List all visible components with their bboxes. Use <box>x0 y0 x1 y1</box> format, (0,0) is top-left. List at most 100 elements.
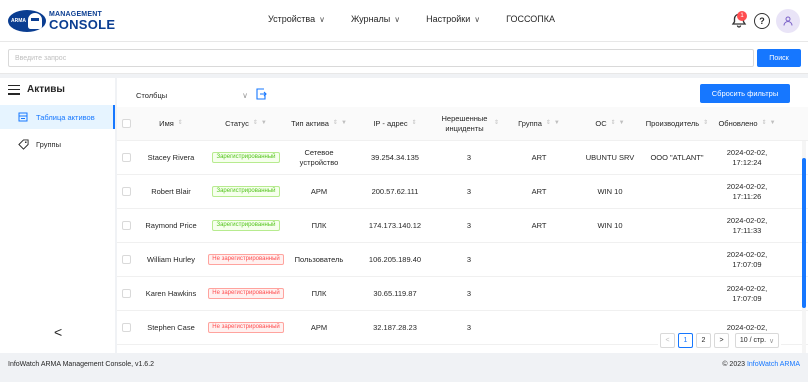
cell-os: WIN 10 <box>597 220 623 230</box>
sidebar-item-assets-table[interactable]: Таблица активов <box>0 105 115 129</box>
column-header-name[interactable]: Имя ⇕ <box>135 107 207 140</box>
cell-ip: 39.254.34.135 <box>371 152 419 162</box>
status-badge: Не зарегистрированный <box>208 253 284 266</box>
prev-page-button[interactable]: < <box>660 333 675 348</box>
page-button-2[interactable]: 2 <box>696 333 711 348</box>
nav-gossopka[interactable]: ГОССОПКА <box>506 14 555 24</box>
cell-status: Не зарегистрированный <box>207 277 285 310</box>
help-icon[interactable]: ? <box>754 13 770 29</box>
updated-time: 17:11:26 <box>732 191 762 201</box>
app-header: ARMA MANAGEMENT CONSOLE Устройства ∨ Журн… <box>0 0 808 42</box>
cell-incidents: 3 <box>466 254 472 264</box>
pagination: < 1 2 > 10 / стр. ∨ <box>658 331 781 350</box>
notifications-bell-icon[interactable]: 1 <box>730 11 748 30</box>
logo[interactable]: ARMA MANAGEMENT CONSOLE <box>8 7 115 35</box>
assets-table: Имя ⇕ Статус ⇕ ▼ Тип актива ⇕ ▼ IP - адрес ⇕ Н… <box>117 107 808 345</box>
cell-name: Robert Blair <box>151 186 191 196</box>
cell-ip: 32.187.28.23 <box>373 322 417 332</box>
sort-icon[interactable]: ⇕ <box>494 120 499 128</box>
logo-line2: CONSOLE <box>49 17 116 32</box>
cell-name: William Hurley <box>147 254 195 264</box>
cell-status: Не зарегистрированный <box>207 243 285 276</box>
row-checkbox[interactable] <box>121 289 131 298</box>
column-header-group[interactable]: Группа ⇕ ▼ <box>501 107 577 140</box>
sidebar-item-groups[interactable]: Группы <box>0 132 115 156</box>
footer-link[interactable]: InfoWatch ARMA <box>747 361 800 368</box>
export-icon[interactable] <box>255 88 267 100</box>
sort-icon[interactable]: ⇕ <box>178 120 183 128</box>
updated-date: 2024-02-02, <box>726 215 768 225</box>
table-row[interactable]: Robert Blair Зарегистрированный АРМ 200.57.… <box>117 175 808 209</box>
chevron-down-icon: ∨ <box>769 337 775 345</box>
main-content: Столбцы ∨ Сбросить фильтры Имя ⇕ Статус ⇕ ▼… <box>117 78 808 353</box>
sort-icon[interactable]: ⇕ <box>611 120 616 128</box>
collapse-sidebar-icon[interactable]: < <box>54 324 62 340</box>
updated-date: 2024-02-02, <box>726 181 768 191</box>
table-header: Имя ⇕ Статус ⇕ ▼ Тип актива ⇕ ▼ IP - адрес ⇕ Н… <box>117 107 808 141</box>
row-checkbox[interactable] <box>121 153 131 162</box>
cell-ip: 30.65.119.87 <box>373 288 417 298</box>
row-checkbox[interactable] <box>121 221 131 230</box>
chevron-down-icon: ∨ <box>474 15 481 24</box>
updated-time: 17:12:24 <box>732 157 762 167</box>
sort-icon[interactable]: ⇕ <box>333 120 338 128</box>
sort-icon[interactable]: ⇕ <box>703 120 708 128</box>
column-header-status[interactable]: Статус ⇕ ▼ <box>207 107 285 140</box>
filter-icon[interactable]: ▼ <box>770 120 776 128</box>
cell-vendor <box>643 175 711 208</box>
select-all-checkbox[interactable] <box>121 119 131 128</box>
column-header-os[interactable]: ОС ⇕ ▼ <box>577 107 643 140</box>
user-avatar[interactable] <box>776 9 800 33</box>
nav-devices[interactable]: Устройства ∨ <box>268 14 325 24</box>
cell-ip: 200.57.62.111 <box>371 186 419 196</box>
cell-vendor <box>643 277 711 310</box>
reset-filters-button[interactable]: Сбросить фильтры <box>700 84 790 103</box>
filter-icon[interactable]: ▼ <box>341 120 347 128</box>
cell-os <box>577 311 643 344</box>
table-row[interactable]: William Hurley Не зарегистрированный Польз… <box>117 243 808 277</box>
search-bar: Поиск <box>0 42 808 74</box>
cell-group: ART <box>531 220 547 230</box>
cell-status: Зарегистрированный <box>207 175 285 208</box>
sort-icon[interactable]: ⇕ <box>762 120 767 128</box>
table-row[interactable]: Raymond Price Зарегистрированный ПЛК 174.17… <box>117 209 808 243</box>
column-header-type[interactable]: Тип актива ⇕ ▼ <box>285 107 353 140</box>
cell-type: АРМ <box>310 322 328 332</box>
search-input[interactable] <box>8 49 754 67</box>
cell-group: ART <box>531 152 547 162</box>
row-checkbox[interactable] <box>121 255 131 264</box>
updated-date: 2024-02-02, <box>726 147 768 157</box>
sort-icon[interactable]: ⇕ <box>253 120 258 128</box>
cell-status: Зарегистрированный <box>207 141 285 174</box>
sidebar-item-label: Таблица активов <box>36 112 95 122</box>
notifications-badge: 1 <box>737 11 747 21</box>
cell-vendor <box>643 209 711 242</box>
arma-logo-icon: ARMA <box>8 10 46 32</box>
table-row[interactable]: Karen Hawkins Не зарегистрированный ПЛК 30.… <box>117 277 808 311</box>
menu-icon[interactable] <box>8 84 20 95</box>
sort-icon[interactable]: ⇕ <box>546 120 551 128</box>
cell-group <box>501 243 577 276</box>
tag-icon <box>18 138 30 150</box>
nav-logs[interactable]: Журналы ∨ <box>351 14 400 24</box>
table-scrollbar[interactable] <box>802 141 806 353</box>
search-button[interactable]: Поиск <box>757 49 801 67</box>
filter-icon[interactable]: ▼ <box>554 120 560 128</box>
cell-vendor: ООО "ATLANT" <box>650 152 704 162</box>
column-header-updated[interactable]: Обновлено ⇕ ▼ <box>711 107 783 140</box>
row-checkbox[interactable] <box>121 323 131 332</box>
column-header-incidents[interactable]: Нерешенные инциденты ⇕ <box>437 107 501 140</box>
table-row[interactable]: Stacey Rivera Зарегистрированный Сетевое у… <box>117 141 808 175</box>
row-checkbox[interactable] <box>121 187 131 196</box>
column-header-ip[interactable]: IP - адрес ⇕ <box>353 107 437 140</box>
page-size-select[interactable]: 10 / стр. ∨ <box>735 333 779 348</box>
nav-settings[interactable]: Настройки ∨ <box>426 14 480 24</box>
sort-icon[interactable]: ⇕ <box>412 120 417 128</box>
column-header-vendor[interactable]: Производитель ⇕ <box>643 107 711 140</box>
cell-type: Сетевое устройство <box>299 147 339 167</box>
filter-icon[interactable]: ▼ <box>619 120 625 128</box>
next-page-button[interactable]: > <box>714 333 729 348</box>
filter-icon[interactable]: ▼ <box>261 120 267 128</box>
page-button-1[interactable]: 1 <box>678 333 693 348</box>
columns-select[interactable]: Столбцы ∨ <box>136 88 248 102</box>
